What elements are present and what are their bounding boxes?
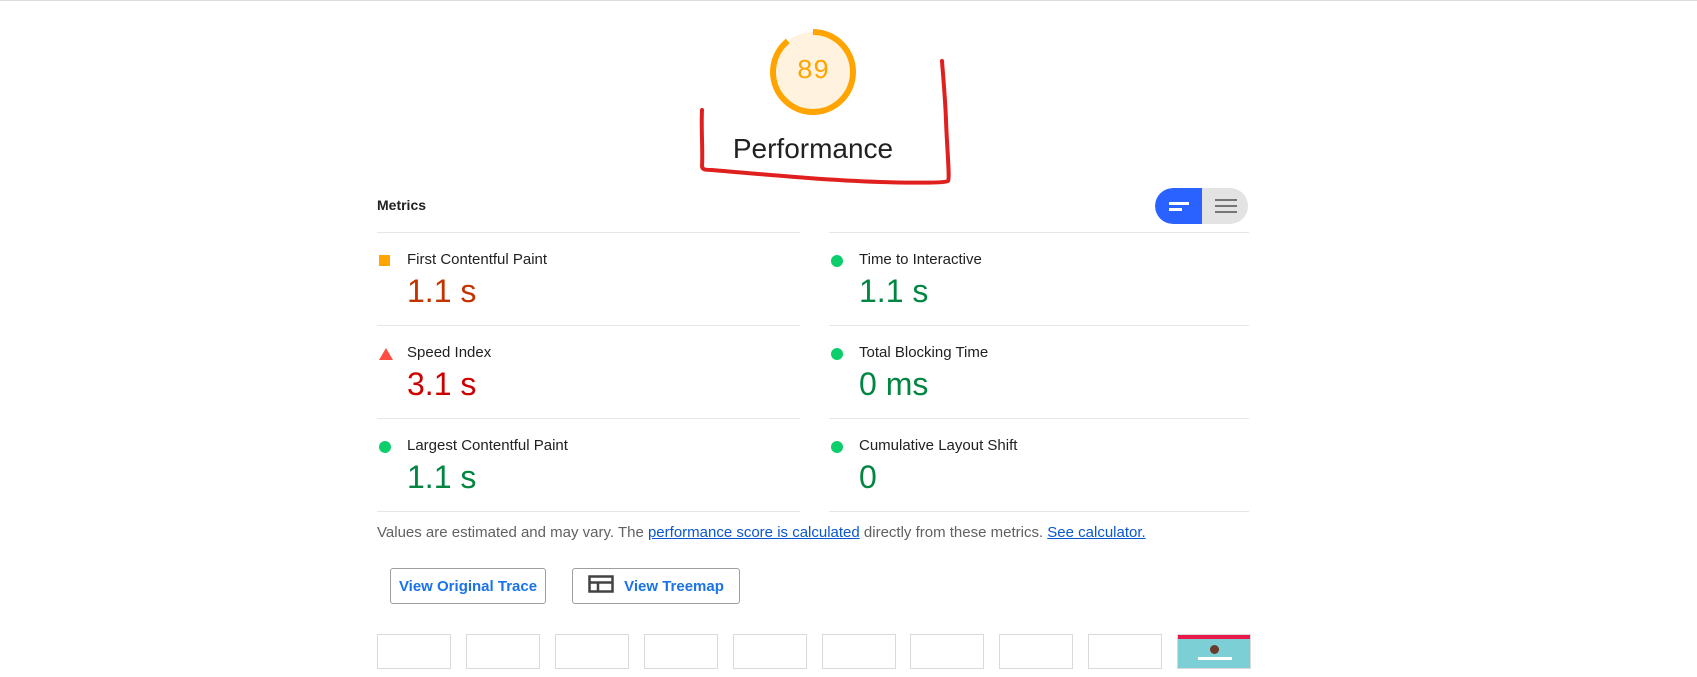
metrics-column-right: Time to Interactive 1.1 s Total Blocking… <box>829 232 1249 512</box>
metric-label: First Contentful Paint <box>407 251 548 268</box>
metric-label: Largest Contentful Paint <box>407 437 568 454</box>
metric-label: Time to Interactive <box>859 251 982 268</box>
filmstrip-frame <box>377 634 451 669</box>
view-treemap-label: View Treemap <box>624 577 724 595</box>
filmstrip-frame <box>733 634 807 669</box>
toggle-expanded-view-button[interactable] <box>1202 188 1248 224</box>
metric-largest-contentful-paint: Largest Contentful Paint 1.1 s <box>377 418 800 512</box>
score-calculation-link[interactable]: performance score is calculated <box>648 524 860 541</box>
square-average-icon <box>379 255 390 266</box>
metric-value: 0 <box>859 459 877 495</box>
gauge-title: Performance <box>732 133 894 164</box>
metric-value: 1.1 s <box>859 273 929 309</box>
filmstrip-frame-final <box>1177 634 1251 669</box>
metric-label: Total Blocking Time <box>859 344 989 361</box>
metric-total-blocking-time: Total Blocking Time 0 ms <box>829 325 1249 418</box>
metric-value: 1.1 s <box>407 459 477 495</box>
metrics-column-left: First Contentful Paint 1.1 s Speed Index… <box>377 232 800 512</box>
filmstrip-frame <box>910 634 984 669</box>
note-prefix: Values are estimated and may vary. The <box>377 524 648 541</box>
circle-pass-icon <box>831 255 843 267</box>
metric-label: Speed Index <box>407 344 492 361</box>
circle-pass-icon <box>831 348 843 360</box>
metrics-disclaimer: Values are estimated and may vary. The p… <box>377 524 1146 541</box>
lines-list-icon <box>1215 199 1237 213</box>
note-middle: directly from these metrics. <box>859 524 1048 541</box>
filmstrip-frame <box>644 634 718 669</box>
metric-time-to-interactive: Time to Interactive 1.1 s <box>829 232 1249 325</box>
filmstrip-frame <box>1088 634 1162 669</box>
top-divider <box>0 0 1697 1</box>
metric-first-contentful-paint: First Contentful Paint 1.1 s <box>377 232 800 325</box>
circle-pass-icon <box>831 441 843 453</box>
thumbnail-text <box>1198 657 1232 660</box>
toggle-compact-view-button[interactable] <box>1155 188 1202 224</box>
metric-speed-index: Speed Index 3.1 s <box>377 325 800 418</box>
circle-pass-icon <box>379 441 391 453</box>
performance-gauge[interactable]: 89 <box>767 26 859 118</box>
filmstrip-frame <box>555 634 629 669</box>
metric-cumulative-layout-shift: Cumulative Layout Shift 0 <box>829 418 1249 512</box>
filmstrip-frame <box>999 634 1073 669</box>
view-treemap-button[interactable]: View Treemap <box>572 568 740 604</box>
gauge-score: 89 <box>796 57 830 87</box>
view-original-trace-label: View Original Trace <box>398 577 538 595</box>
metrics-view-toggle[interactable] <box>1155 188 1248 224</box>
filmstrip-frame <box>822 634 896 669</box>
see-calculator-link[interactable]: See calculator. <box>1047 524 1145 541</box>
lines-short-icon <box>1169 202 1189 211</box>
metric-value: 1.1 s <box>407 273 477 309</box>
metric-value: 3.1 s <box>407 366 477 402</box>
metrics-heading: Metrics <box>377 197 427 213</box>
triangle-fail-icon <box>379 348 393 360</box>
thumbnail-header-bar <box>1178 635 1250 639</box>
thumbnail-avatar <box>1210 645 1219 654</box>
treemap-icon <box>588 575 614 597</box>
metric-label: Cumulative Layout Shift <box>859 437 1018 454</box>
metric-value: 0 ms <box>859 366 929 402</box>
view-original-trace-button[interactable]: View Original Trace <box>390 568 546 604</box>
filmstrip-frame <box>466 634 540 669</box>
